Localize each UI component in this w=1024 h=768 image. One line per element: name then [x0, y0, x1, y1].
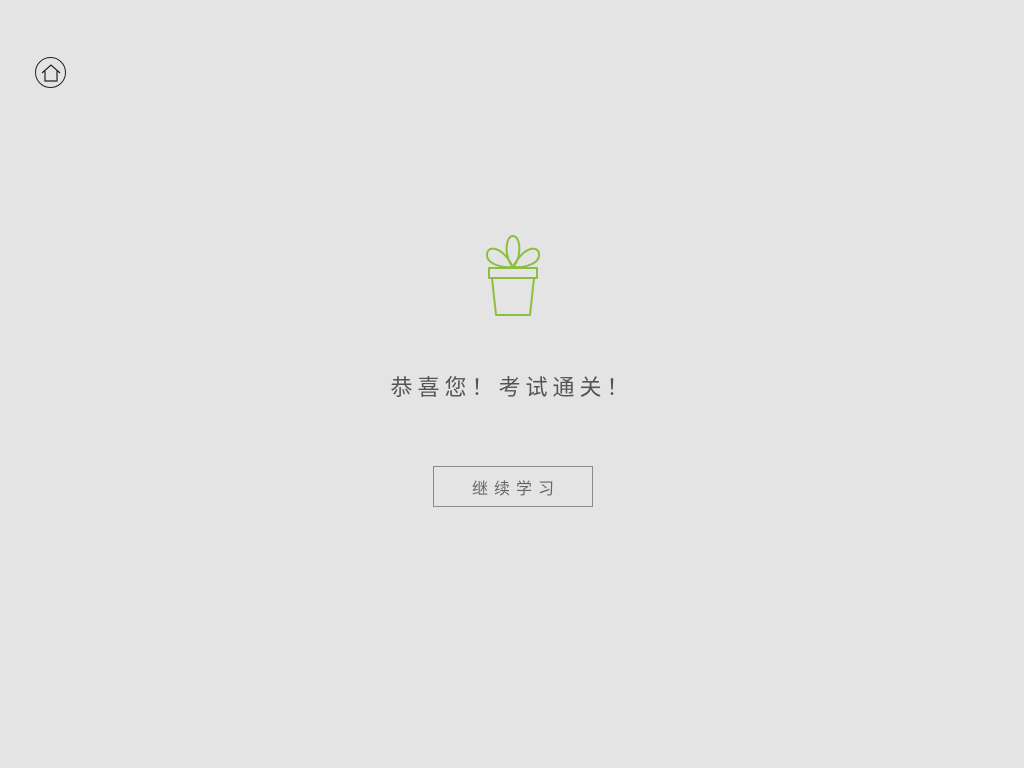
home-button[interactable]: [35, 57, 66, 88]
exam-complete-page: 恭喜您！考试通关！ 继续学习: [0, 0, 1024, 768]
potted-plant-icon: [484, 234, 542, 318]
success-message: 恭喜您！考试通关！: [390, 376, 634, 401]
continue-learning-button[interactable]: 继续学习: [433, 466, 593, 507]
home-icon: [41, 63, 61, 82]
